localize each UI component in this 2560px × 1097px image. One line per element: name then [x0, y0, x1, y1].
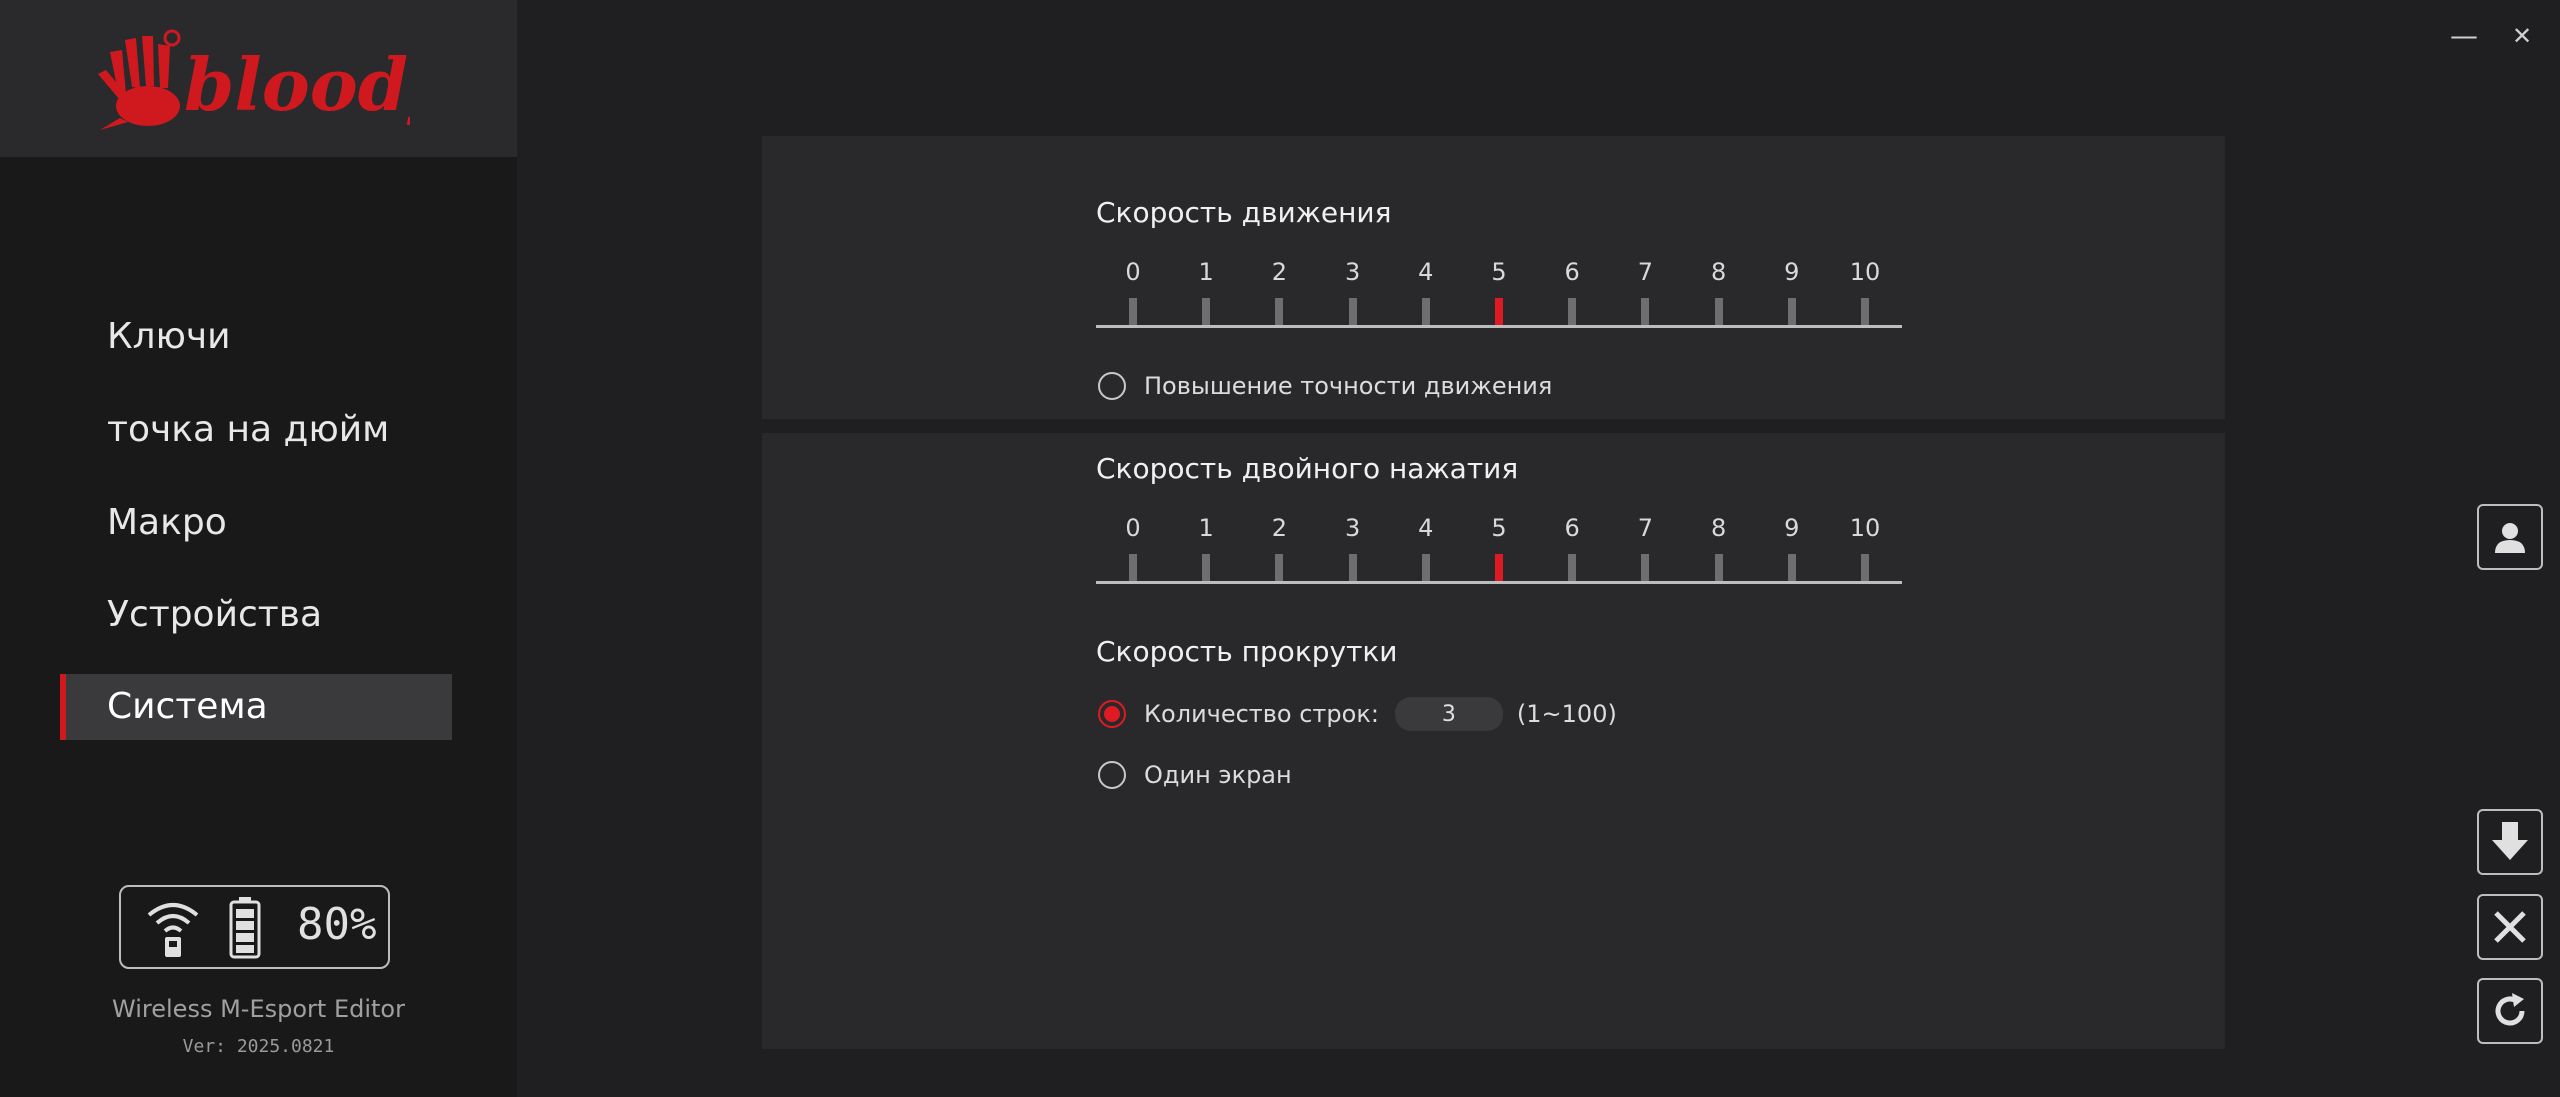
tick-label: 4 — [1418, 258, 1434, 286]
tick-label: 7 — [1637, 258, 1654, 286]
tick-label: 1 — [1198, 258, 1214, 286]
profile-button[interactable] — [2477, 504, 2543, 570]
sidebar-item-system[interactable]: Система — [60, 674, 452, 740]
tick-label: 4 — [1418, 514, 1434, 542]
download-icon — [2492, 822, 2528, 860]
slider-tick[interactable] — [1202, 554, 1211, 581]
lines-count-input[interactable] — [1394, 697, 1503, 731]
precision-label: Повышение точности движения — [1144, 372, 1553, 400]
one-screen-option[interactable]: Один экран — [1098, 757, 1292, 793]
tick-label: 7 — [1637, 514, 1654, 542]
refresh-icon — [2495, 993, 2525, 1026]
tick-label: 3 — [1344, 258, 1361, 286]
slider-tick[interactable] — [1641, 298, 1650, 325]
refresh-button[interactable] — [2477, 978, 2543, 1044]
tick-label: 6 — [1564, 514, 1580, 542]
lines-option[interactable]: Количество строк: (1~100) — [1098, 696, 1617, 732]
tick-label: 8 — [1710, 258, 1727, 286]
download-button[interactable] — [2477, 809, 2543, 875]
slider-tick[interactable] — [1714, 554, 1723, 581]
tick-label: 9 — [1784, 514, 1800, 542]
reset-button[interactable] — [2477, 894, 2543, 960]
double-click-speed-slider[interactable]: 0 1 2 3 4 5 6 7 8 9 10 — [1096, 514, 1902, 584]
slider-tick[interactable] — [1129, 298, 1137, 325]
tick-label: 10 — [1849, 514, 1881, 542]
tick-label: 9 — [1784, 258, 1800, 286]
minimize-button[interactable]: — — [2446, 18, 2482, 54]
sidebar-item-keys[interactable]: Ключи — [60, 304, 452, 370]
tick-label: 6 — [1564, 258, 1580, 286]
slider-tick[interactable] — [1568, 298, 1577, 325]
slider-tick[interactable] — [1641, 554, 1650, 581]
tick-label: 3 — [1344, 514, 1361, 542]
slider-tick[interactable] — [1861, 554, 1869, 581]
tick-label: 10 — [1849, 258, 1881, 286]
precision-option[interactable]: Повышение точности движения — [1098, 368, 1552, 404]
movement-speed-slider[interactable]: 0 1 2 3 4 5 6 7 8 9 10 — [1096, 258, 1902, 328]
slider-thumb[interactable] — [1495, 298, 1503, 325]
brand-logo-area: bloody — [0, 0, 517, 157]
tick-label: 0 — [1125, 514, 1141, 542]
slider-tick[interactable] — [1275, 298, 1284, 325]
slider-tick[interactable] — [1421, 554, 1430, 581]
tick-label: 2 — [1271, 258, 1288, 286]
slider-tick[interactable] — [1421, 298, 1430, 325]
wireless-icon — [147, 903, 199, 957]
tick-label: 5 — [1491, 514, 1507, 542]
battery-percent: 80% — [297, 899, 377, 950]
lines-range-label: (1~100) — [1516, 700, 1617, 728]
user-icon — [2495, 523, 2525, 553]
editor-name: Wireless M-Esport Editor — [112, 995, 405, 1023]
tick-label: 2 — [1271, 514, 1288, 542]
version-label: Ver: 2025.0821 — [182, 1036, 335, 1057]
slider-tick[interactable] — [1787, 554, 1796, 581]
tick-label: 1 — [1198, 514, 1214, 542]
slider-tick[interactable] — [1568, 554, 1577, 581]
close-icon — [2494, 911, 2526, 943]
slider-tick[interactable] — [1129, 554, 1137, 581]
slider-tick[interactable] — [1348, 554, 1357, 581]
logo-wordmark: bloody — [184, 42, 410, 127]
sidebar-item-macro[interactable]: Макро — [60, 490, 452, 556]
tick-label: 8 — [1710, 514, 1727, 542]
sidebar-item-devices[interactable]: Устройства — [60, 582, 452, 648]
precision-radio[interactable] — [1098, 372, 1126, 400]
slider-track[interactable] — [1096, 581, 1902, 584]
tick-label: 5 — [1491, 258, 1507, 286]
slider-tick[interactable] — [1714, 298, 1723, 325]
bloody-logo: bloody — [98, 29, 410, 130]
slider-thumb[interactable] — [1495, 554, 1503, 581]
device-status-box: 80% — [119, 885, 390, 969]
slider-tick[interactable] — [1348, 298, 1357, 325]
scroll-speed-title: Скорость прокрутки — [1096, 635, 1398, 668]
slider-tick[interactable] — [1202, 298, 1211, 325]
slider-tick[interactable] — [1275, 554, 1284, 581]
one-screen-radio[interactable] — [1098, 761, 1126, 789]
sidebar-item-dpi[interactable]: точка на дюйм — [60, 397, 452, 463]
slider-tick[interactable] — [1861, 298, 1869, 325]
tick-label: 0 — [1125, 258, 1141, 286]
slider-tick[interactable] — [1787, 298, 1796, 325]
slider-track[interactable] — [1096, 325, 1902, 328]
double-click-speed-title: Скорость двойного нажатия — [1096, 452, 1519, 485]
battery-icon — [229, 897, 261, 959]
lines-radio[interactable] — [1098, 700, 1126, 728]
window-close-button[interactable]: ✕ — [2504, 18, 2540, 54]
sidebar: bloody Ключи точка на дюйм Макро Устройс… — [0, 0, 517, 1097]
movement-speed-title: Скорость движения — [1096, 196, 1392, 229]
one-screen-label: Один экран — [1144, 761, 1292, 789]
lines-label: Количество строк: — [1144, 700, 1379, 728]
